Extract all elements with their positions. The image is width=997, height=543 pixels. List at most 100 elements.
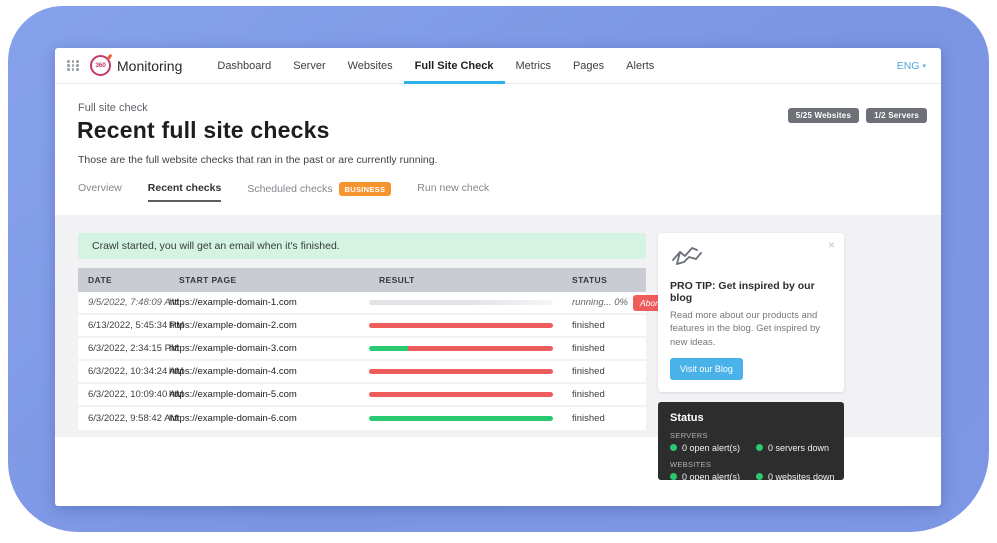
result-progress-bar	[369, 369, 553, 374]
green-status-dot-icon	[670, 444, 677, 451]
status-row: 0 open alert(s) 0 websites down	[670, 472, 832, 480]
status-panel-title: Status	[670, 412, 832, 424]
status-text: running... 0%	[572, 297, 628, 308]
nav-item-metrics[interactable]: Metrics	[505, 48, 562, 84]
status-text: finished	[572, 413, 605, 424]
result-cell	[369, 392, 562, 397]
decorative-blue-frame: 360 Monitoring DashboardServerWebsitesFu…	[8, 6, 989, 532]
bar-danger-segment	[369, 323, 553, 328]
checks-column: Crawl started, you will get an email whe…	[78, 233, 646, 437]
nav-item-pages[interactable]: Pages	[562, 48, 615, 84]
check-date: 6/3/2022, 2:34:15 PM	[78, 343, 169, 354]
status-item: 0 open alert(s)	[670, 472, 754, 480]
result-progress-bar	[369, 416, 553, 421]
table-row: 9/5/2022, 7:48:09 AMhttps://example-doma…	[78, 292, 646, 315]
status-section-label: WEBSITES	[670, 460, 832, 469]
checks-table: DATESTART PAGERESULTSTATUS 9/5/2022, 7:4…	[78, 268, 646, 430]
tab-overview[interactable]: Overview	[78, 182, 122, 200]
green-status-dot-icon	[756, 473, 763, 480]
nav-item-server[interactable]: Server	[282, 48, 336, 84]
column-header-status: STATUS	[562, 275, 646, 285]
result-cell	[369, 369, 562, 374]
status-text: finished	[572, 320, 605, 331]
brand-name: Monitoring	[117, 58, 182, 74]
nav-item-dashboard[interactable]: Dashboard	[206, 48, 282, 84]
check-date: 6/3/2022, 9:58:42 AM	[78, 413, 169, 424]
status-panel: Status SERVERS 0 open alert(s)0 servers d…	[658, 402, 844, 480]
usage-badge-5-25-websites: 5/25 Websites	[788, 108, 859, 123]
column-header-date: DATE	[78, 275, 169, 285]
status-cell: finished	[562, 343, 646, 354]
result-progress-bar	[369, 300, 553, 305]
status-row: 0 open alert(s)0 servers down	[670, 443, 832, 453]
status-section-label: SERVERS	[670, 431, 832, 440]
page-content: 5/25 Websites1/2 Servers Full site check…	[55, 102, 941, 506]
nav-item-full-site-check[interactable]: Full Site Check	[404, 48, 505, 84]
start-page-url: https://example-domain-3.com	[169, 343, 369, 354]
chevron-down-icon: ▾	[922, 62, 926, 70]
success-notification: Crawl started, you will get an email whe…	[78, 233, 646, 259]
check-date: 9/5/2022, 7:48:09 AM	[78, 297, 169, 308]
check-date: 6/3/2022, 10:34:24 AM	[78, 366, 169, 377]
status-text: finished	[572, 366, 605, 377]
table-row: 6/3/2022, 9:58:42 AMhttps://example-doma…	[78, 407, 646, 430]
status-sections: SERVERS 0 open alert(s)0 servers down WEBS…	[670, 431, 832, 480]
status-item-text: 0 open alert(s)	[682, 472, 740, 480]
nav-item-websites[interactable]: Websites	[337, 48, 404, 84]
result-cell	[369, 300, 562, 305]
start-page-url: https://example-domain-2.com	[169, 320, 369, 331]
table-body: 9/5/2022, 7:48:09 AMhttps://example-doma…	[78, 292, 646, 430]
status-cell: finished	[562, 320, 646, 331]
status-item-text: 0 websites down	[768, 472, 835, 480]
status-cell: running... 0%Abort	[562, 295, 667, 311]
bar-success-segment	[369, 346, 408, 351]
start-page-url: https://example-domain-6.com	[169, 413, 369, 424]
green-status-dot-icon	[670, 473, 677, 480]
column-header-start-page: START PAGE	[169, 275, 369, 285]
green-status-dot-icon	[756, 444, 763, 451]
language-selector[interactable]: ENG ▾	[897, 60, 926, 72]
tab-scheduled-checks[interactable]: Scheduled checks BUSINESS	[247, 182, 391, 202]
top-navbar: 360 Monitoring DashboardServerWebsitesFu…	[55, 48, 941, 84]
bar-danger-segment	[408, 346, 553, 351]
tab-label: Overview	[78, 182, 122, 194]
status-item: 0 websites down	[756, 472, 835, 480]
page-description: Those are the full website checks that r…	[78, 154, 941, 166]
bar-danger-segment	[369, 369, 553, 374]
usage-badge-1-2-servers: 1/2 Servers	[866, 108, 927, 123]
pro-tip-title: PRO TIP: Get inspired by our blog	[670, 280, 832, 304]
status-item-text: 0 open alert(s)	[682, 443, 740, 453]
status-cell: finished	[562, 389, 646, 400]
tab-run-new-check[interactable]: Run new check	[417, 182, 489, 200]
app-grid-icon[interactable]	[67, 60, 79, 71]
nav-item-alerts[interactable]: Alerts	[615, 48, 665, 84]
bar-success-segment	[369, 416, 553, 421]
content-band: Crawl started, you will get an email whe…	[55, 215, 941, 437]
table-header: DATESTART PAGERESULTSTATUS	[78, 268, 646, 292]
tab-recent-checks[interactable]: Recent checks	[148, 182, 222, 202]
tab-bar: Overview Recent checks Scheduled checks BUS…	[78, 182, 941, 202]
doodle-hands-icon	[670, 243, 704, 269]
visit-blog-button[interactable]: Visit our Blog	[670, 358, 743, 380]
table-row: 6/13/2022, 5:45:34 PMhttps://example-dom…	[78, 315, 646, 338]
start-page-url: https://example-domain-1.com	[169, 297, 369, 308]
start-page-url: https://example-domain-4.com	[169, 366, 369, 377]
sidebar: × PRO TIP: Get inspired by our blog Read…	[658, 233, 844, 437]
result-progress-bar	[369, 392, 553, 397]
status-item: 0 open alert(s)	[670, 443, 754, 453]
tab-label: Recent checks	[148, 182, 222, 194]
column-header-result: RESULT	[369, 275, 562, 285]
close-icon[interactable]: ×	[828, 239, 835, 251]
table-row: 6/3/2022, 10:09:40 AMhttps://example-dom…	[78, 384, 646, 407]
result-cell	[369, 346, 562, 351]
logo-text: 360	[95, 62, 105, 69]
business-badge: BUSINESS	[339, 182, 392, 196]
result-cell	[369, 323, 562, 328]
check-date: 6/3/2022, 10:09:40 AM	[78, 389, 169, 400]
status-cell: finished	[562, 366, 646, 377]
tab-label: Scheduled checks	[247, 183, 332, 195]
status-text: finished	[572, 343, 605, 354]
result-progress-bar	[369, 323, 553, 328]
pro-tip-body: Read more about our products and feature…	[670, 309, 832, 349]
table-row: 6/3/2022, 2:34:15 PMhttps://example-doma…	[78, 338, 646, 361]
